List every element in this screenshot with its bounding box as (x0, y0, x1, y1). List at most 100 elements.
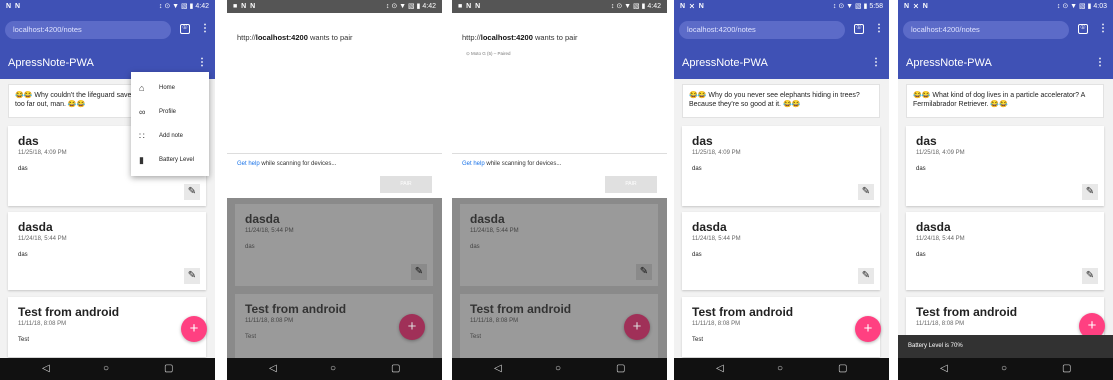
recents-icon[interactable]: ▢ (1062, 358, 1071, 380)
back-icon[interactable]: ◁ (716, 358, 724, 380)
menu-item-profile[interactable]: ∞ Profile (131, 102, 209, 122)
battery-icon: ▮ (139, 155, 144, 165)
recents-icon[interactable]: ▢ (616, 358, 625, 380)
app-menu-icon[interactable]: ⋮ (1095, 58, 1105, 68)
status-time: 4:42 (647, 3, 661, 10)
note-title: Test from android (245, 302, 347, 316)
recents-icon[interactable]: ▢ (391, 358, 400, 380)
status-right: ↕ ⊙ ▼ ▧ ▮ 4:42 (386, 0, 436, 13)
edit-icon[interactable]: ✎ (184, 184, 200, 200)
status-left: N ⨯ N (904, 3, 929, 10)
browser-menu-icon[interactable]: ⋮ (200, 24, 210, 34)
menu-item-label: Add note (159, 133, 184, 139)
app-menu-icon[interactable]: ⋮ (197, 58, 207, 68)
browser-toolbar: localhost:4200/notes ① ⋮ (0, 13, 215, 47)
get-help-link[interactable]: Get help (462, 161, 485, 167)
dimmed-background: dasda 11/24/18, 5:44 PM das ✎ Test from and… (452, 198, 667, 358)
url-field[interactable]: localhost:4200/notes (5, 21, 171, 39)
note-title: dasda (245, 212, 280, 226)
note-card[interactable]: das 11/25/18, 4:09 PM das ✎ (906, 126, 1104, 206)
note-card: dasda 11/24/18, 5:44 PM das ✎ (460, 204, 658, 286)
divider (227, 153, 442, 154)
add-note-fab[interactable]: + (855, 316, 881, 342)
back-icon[interactable]: ◁ (42, 358, 50, 380)
get-help-link[interactable]: Get help (237, 161, 260, 167)
menu-item-battery-level[interactable]: ▮ Battery Level (131, 150, 209, 170)
note-body: Test (470, 334, 482, 340)
note-date: 11/24/18, 5:44 PM (245, 228, 294, 234)
home-nav-icon[interactable]: ○ (555, 358, 561, 380)
pair-button[interactable]: PAIR (605, 176, 657, 193)
screen-battery-snackbar: N ⨯ N ↕ ⊙ ▼ ▧ ▮ 4:03 localhost:4200/notes… (898, 0, 1113, 380)
app-toolbar: ApressNote-PWA ⋮ (674, 47, 889, 79)
note-body: das (916, 252, 926, 258)
app-title: ApressNote-PWA (8, 57, 94, 69)
edit-icon[interactable]: ✎ (1082, 184, 1098, 200)
bluetooth-pair-dialog: http://localhost:4200 wants to pair Get … (227, 13, 442, 198)
note-body: das (692, 252, 702, 258)
status-icons: ↕ ⊙ ▼ ▧ ▮ (385, 3, 421, 10)
system-nav-bar: ◁ ○ ▢ (0, 358, 215, 380)
note-title: das (916, 134, 937, 148)
note-title: Test from android (916, 305, 1018, 319)
voicemail-icon: ∞ (139, 107, 146, 117)
note-card: dasda 11/24/18, 5:44 PM das ✎ (235, 204, 433, 286)
edit-icon: ✎ (636, 264, 652, 280)
dialog-title: http://localhost:4200 wants to pair (237, 33, 352, 42)
menu-item-label: Battery Level (159, 157, 195, 163)
note-date: 11/24/18, 5:44 PM (470, 228, 519, 234)
tab-switcher-icon[interactable]: ① (854, 24, 864, 34)
divider (452, 153, 667, 154)
edit-icon[interactable]: ✎ (1082, 268, 1098, 284)
note-title: dasda (470, 212, 505, 226)
url-field[interactable]: localhost:4200/notes (679, 21, 845, 39)
menu-item-add-note[interactable]: ∷ Add note (131, 126, 209, 146)
status-left: N ⨯ N (680, 3, 705, 10)
browser-toolbar: localhost:4200/notes ① ⋮ (674, 13, 889, 47)
edit-icon[interactable]: ✎ (858, 184, 874, 200)
app-menu-icon[interactable]: ⋮ (871, 58, 881, 68)
note-date: 11/11/18, 8:08 PM (916, 321, 965, 327)
menu-item-home[interactable]: ⌂ Home (131, 78, 209, 98)
note-card[interactable]: das 11/25/18, 4:09 PM das ✎ (682, 126, 880, 206)
tab-switcher-icon[interactable]: ① (180, 24, 190, 34)
back-icon[interactable]: ◁ (494, 358, 502, 380)
back-icon[interactable]: ◁ (269, 358, 277, 380)
edit-icon[interactable]: ✎ (858, 268, 874, 284)
menu-item-label: Profile (159, 109, 177, 115)
recents-icon[interactable]: ▢ (164, 358, 173, 380)
recents-icon[interactable]: ▢ (838, 358, 847, 380)
help-text-suffix: while scanning for devices... (484, 161, 562, 167)
note-date: 11/11/18, 8:08 PM (692, 321, 741, 327)
title-suffix: wants to pair (532, 33, 578, 42)
home-nav-icon[interactable]: ○ (777, 358, 783, 380)
back-icon[interactable]: ◁ (940, 358, 948, 380)
status-icons: ↕ ⊙ ▼ ▧ ▮ (158, 3, 194, 10)
browser-menu-icon[interactable]: ⋮ (874, 24, 884, 34)
home-icon: ⌂ (139, 83, 145, 93)
browser-menu-icon[interactable]: ⋮ (1098, 24, 1108, 34)
add-note-fab[interactable]: + (181, 316, 207, 342)
edit-icon[interactable]: ✎ (184, 268, 200, 284)
note-card[interactable]: Test from android 11/11/18, 8:08 PM Test (682, 297, 880, 357)
status-icons: ↕ ⊙ ▼ ▧ ▮ (832, 3, 868, 10)
url-field[interactable]: localhost:4200/notes (903, 21, 1069, 39)
add-note-fab: + (624, 314, 650, 340)
pair-button[interactable]: PAIR (380, 176, 432, 193)
home-nav-icon[interactable]: ○ (103, 358, 109, 380)
tab-switcher-icon[interactable]: ① (1078, 24, 1088, 34)
app-toolbar: ApressNote-PWA ⋮ (898, 47, 1113, 79)
note-body: das (916, 166, 926, 172)
status-bar: ■ N N ↕ ⊙ ▼ ▧ ▮ 4:42 (452, 0, 667, 13)
note-card[interactable]: dasda 11/24/18, 5:44 PM das ✎ (8, 212, 206, 290)
note-card[interactable]: dasda 11/24/18, 5:44 PM das ✎ (906, 212, 1104, 290)
note-card[interactable]: Test from android 11/11/18, 8:08 PM Test (8, 297, 206, 357)
note-date: 11/24/18, 5:44 PM (916, 236, 965, 242)
status-time: 5:58 (869, 3, 883, 10)
note-card[interactable]: dasda 11/24/18, 5:44 PM das ✎ (682, 212, 880, 290)
home-nav-icon[interactable]: ○ (330, 358, 336, 380)
device-list-item[interactable]: ⊙ Moto G (5) – Paired (466, 51, 511, 57)
status-time: 4:42 (422, 3, 436, 10)
app-dropdown-menu: ⌂ Home ∞ Profile ∷ Add note ▮ Battery Level (131, 72, 209, 176)
home-nav-icon[interactable]: ○ (1001, 358, 1007, 380)
